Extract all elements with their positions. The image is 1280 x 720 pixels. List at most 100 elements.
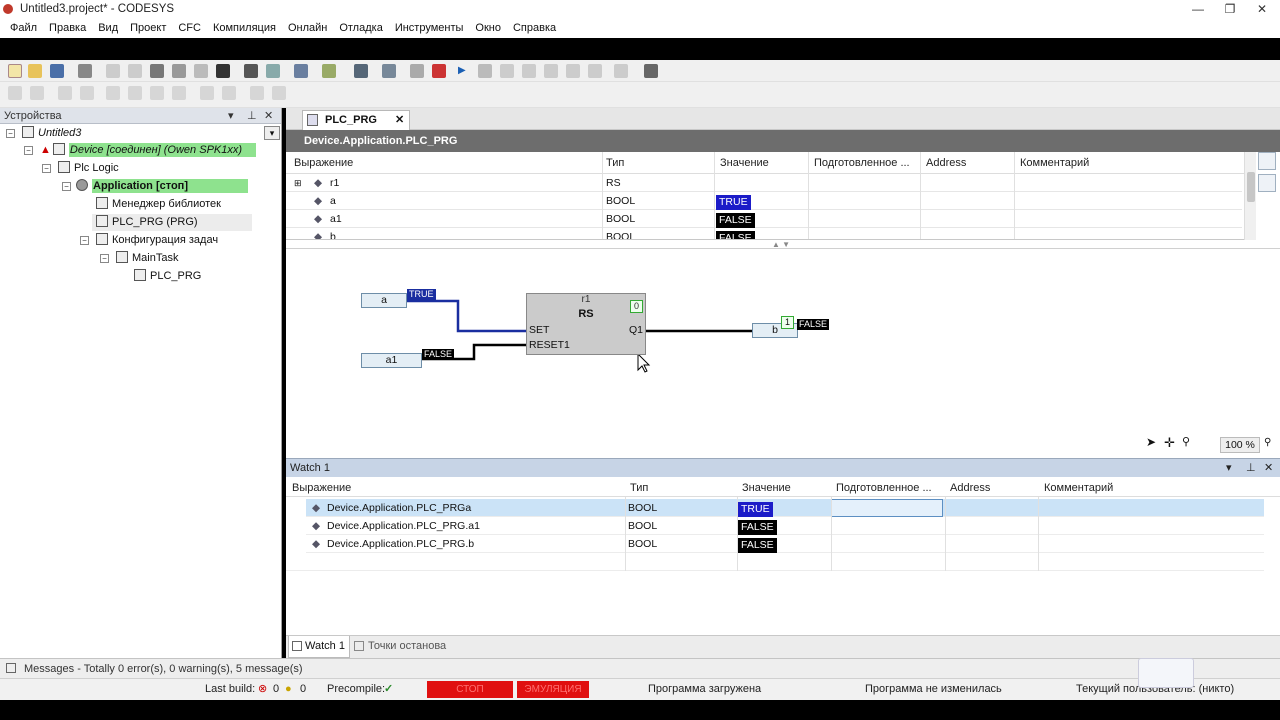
copy-icon[interactable] <box>172 64 186 78</box>
tree-expander[interactable]: − <box>62 182 71 191</box>
table-row[interactable]: ◆ b BOOL FALSE <box>286 228 1242 239</box>
find-icon[interactable] <box>244 64 258 78</box>
watch-col-prepared[interactable]: Подготовленное ... <box>836 482 932 494</box>
tab-breakpoints[interactable]: Точки останова <box>352 636 452 658</box>
login-icon[interactable] <box>410 64 424 78</box>
cfc-output-icon[interactable] <box>30 86 44 100</box>
tree-item-application[interactable]: Application [стоп] <box>76 178 252 195</box>
add-object-icon[interactable] <box>354 64 368 78</box>
col-expression[interactable]: Выражение <box>294 157 353 169</box>
breakpoint-icon[interactable] <box>500 64 514 78</box>
tree-item-plc-prg-call[interactable]: PLC_PRG <box>134 268 201 285</box>
start-icon[interactable]: ▶ <box>458 64 472 78</box>
col-type[interactable]: Тип <box>606 157 624 169</box>
menu-help[interactable]: Справка <box>513 22 556 34</box>
tab-plc-prg[interactable]: PLC_PRG ✕ <box>302 110 410 130</box>
print-icon[interactable] <box>78 64 92 78</box>
tree-item-project[interactable]: Untitled3 <box>22 125 81 142</box>
grid-scrollbar[interactable] <box>1244 152 1256 240</box>
cfc-set-icon[interactable] <box>250 86 264 100</box>
window-icon[interactable] <box>294 64 308 78</box>
close-button[interactable]: ✕ <box>1248 0 1276 18</box>
undo-icon[interactable] <box>106 64 120 78</box>
minimize-button[interactable]: — <box>1184 0 1212 18</box>
cfc-rs-block[interactable]: r1 RS SET RESET1 Q1 0 <box>526 293 646 355</box>
cfc-reset-icon[interactable] <box>272 86 286 100</box>
watch-row-empty[interactable] <box>286 553 1264 571</box>
new-icon[interactable] <box>8 64 22 78</box>
cfc-order-icon[interactable] <box>200 86 214 100</box>
tree-expander[interactable]: − <box>24 146 33 155</box>
tab-close-icon[interactable]: ✕ <box>395 111 404 129</box>
tree-expander[interactable]: − <box>80 236 89 245</box>
menu-project[interactable]: Проект <box>130 22 166 34</box>
zoom-level[interactable]: 100 % <box>1220 437 1260 453</box>
step-into-icon[interactable] <box>544 64 558 78</box>
tree-item-maintask[interactable]: MainTask <box>116 250 178 267</box>
save-icon[interactable] <box>50 64 64 78</box>
error-count[interactable]: 0 <box>273 679 279 699</box>
watch-pin-icon[interactable]: ⊥ <box>1246 459 1256 477</box>
build-icon[interactable] <box>322 64 336 78</box>
messages-bar[interactable]: Messages - Totally 0 error(s), 0 warning… <box>0 658 1280 678</box>
delete-icon[interactable] <box>216 64 230 78</box>
pin-icon[interactable]: ⊥ <box>247 108 257 124</box>
menu-view[interactable]: Вид <box>98 22 118 34</box>
menu-file[interactable]: Файл <box>10 22 37 34</box>
watch-row[interactable]: ◆ Device.Application.PLC_PRGa BOOL TRUE <box>306 499 1264 517</box>
prepared-value-input[interactable] <box>831 499 943 517</box>
zoom-tool-icon[interactable]: ⚲ <box>1264 437 1278 453</box>
side-view-icon[interactable] <box>1258 152 1276 170</box>
warning-count[interactable]: 0 <box>300 679 306 699</box>
replace-icon[interactable] <box>266 64 280 78</box>
cfc-canvas[interactable]: a TRUE a1 FALSE r1 RS SET RESET1 Q1 0 b … <box>286 248 1280 458</box>
col-address[interactable]: Address <box>926 157 966 169</box>
tree-expander[interactable]: − <box>6 129 15 138</box>
watch-close-icon[interactable]: ✕ <box>1264 459 1273 477</box>
tree-item-plc-logic[interactable]: Plc Logic <box>58 160 119 177</box>
menu-online[interactable]: Онлайн <box>288 22 327 34</box>
stop-icon[interactable] <box>478 64 492 78</box>
col-value[interactable]: Значение <box>720 157 769 169</box>
tree-expander[interactable]: − <box>100 254 109 263</box>
devices-icon[interactable] <box>382 64 396 78</box>
menu-tools[interactable]: Инструменты <box>395 22 464 34</box>
cfc-comment-icon[interactable] <box>150 86 164 100</box>
watch-dropdown-icon[interactable]: ▾ <box>1226 459 1232 477</box>
table-row[interactable]: ◆ a1 BOOL FALSE <box>286 210 1242 228</box>
network-widget[interactable] <box>1138 658 1194 688</box>
menu-cfc[interactable]: CFC <box>178 22 201 34</box>
scrollbar-thumb[interactable] <box>1247 172 1255 202</box>
watch-col-comment[interactable]: Комментарий <box>1044 482 1113 494</box>
col-comment[interactable]: Комментарий <box>1020 157 1089 169</box>
run-to-cursor-icon[interactable] <box>588 64 602 78</box>
step-over-icon[interactable] <box>522 64 536 78</box>
watch-col-expression[interactable]: Выражение <box>292 482 351 494</box>
watch-row[interactable]: ◆ Device.Application.PLC_PRG.a1 BOOL FAL… <box>306 517 1264 535</box>
expand-icon[interactable]: ⊞ <box>294 174 302 192</box>
cfc-negate-icon[interactable] <box>222 86 236 100</box>
zoom-icon[interactable]: ⚲ <box>1182 435 1200 453</box>
table-row[interactable]: ◆ a BOOL TRUE <box>286 192 1242 210</box>
cfc-input-a[interactable]: a <box>361 293 407 308</box>
tree-item-plc-prg[interactable]: PLC_PRG (PRG) <box>92 214 252 231</box>
side-table-icon[interactable] <box>1258 174 1276 192</box>
menu-debug[interactable]: Отладка <box>339 22 382 34</box>
cfc-return-icon[interactable] <box>128 86 142 100</box>
tree-item-task-config[interactable]: Конфигурация задач <box>96 232 218 249</box>
cfc-label-icon[interactable] <box>106 86 120 100</box>
tree-dropdown-button[interactable]: ▾ <box>264 126 280 140</box>
cfc-input-icon[interactable] <box>8 86 22 100</box>
pointer-icon[interactable]: ➤ <box>1146 435 1164 453</box>
tree-item-device[interactable]: ▲ Device [соединен] (Owen SPK1xx) <box>40 142 257 159</box>
tab-watch-1[interactable]: Watch 1 <box>288 636 350 658</box>
open-icon[interactable] <box>28 64 42 78</box>
watch-col-type[interactable]: Тип <box>630 482 648 494</box>
pan-icon[interactable]: ✛ <box>1164 435 1182 453</box>
cfc-input-a1[interactable]: a1 <box>361 353 422 368</box>
logout-icon[interactable] <box>432 64 446 78</box>
step-out-icon[interactable] <box>566 64 580 78</box>
tree-item-library-manager[interactable]: Менеджер библиотек <box>96 196 221 213</box>
cfc-jump-icon[interactable] <box>80 86 94 100</box>
table-row[interactable]: ⊞ ◆ r1 RS <box>286 174 1242 192</box>
